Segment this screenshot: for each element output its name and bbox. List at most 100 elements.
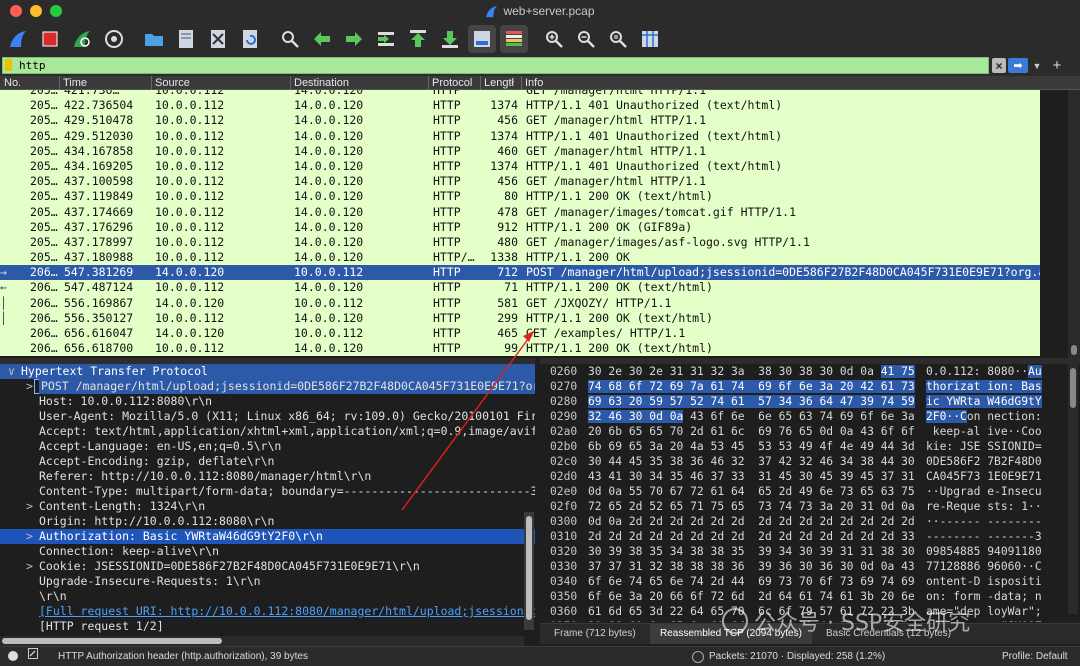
packet-row[interactable]: 206… 656.616047 14.0.0.120 10.0.0.112 HTTP 46… [0, 326, 1040, 342]
collapsed-chevron-icon[interactable]: > [26, 559, 38, 574]
bytes-scrollbar[interactable] [1068, 364, 1078, 614]
close-window-button[interactable] [10, 5, 22, 17]
byte-hex[interactable]: 37 37 31 32 38 38 38 36 39 36 30 36 30 0… [588, 559, 915, 574]
column-no[interactable]: No. [4, 76, 58, 90]
clear-filter-button[interactable]: × [992, 58, 1006, 73]
minimize-window-button[interactable] [30, 5, 42, 17]
filter-history-dropdown[interactable]: ▼ [1031, 58, 1043, 73]
byte-row[interactable]: 02f0 72 65 2d 52 65 71 75 65 73 74 73 3a … [540, 499, 1080, 514]
byte-hex[interactable]: 2d 2d 2d 2d 2d 2d 2d 2d 2d 2d 2d 2d 2d 2… [588, 529, 915, 544]
detail-row[interactable]: > Cookie: JSESSIONID=0DE586F27B2F48D0CA04… [0, 559, 535, 574]
add-filter-button[interactable]: + [1050, 57, 1064, 74]
expanded-chevron-icon[interactable]: ∨ [8, 364, 20, 379]
byte-hex[interactable]: 69 63 20 59 57 52 74 61 57 34 36 64 47 3… [588, 394, 915, 409]
byte-row[interactable]: 0290 32 46 30 0d 0a 43 6f 6e 6e 65 63 74 … [540, 409, 1080, 424]
apply-filter-button[interactable]: ➡ [1008, 58, 1028, 73]
byte-ascii[interactable]: -------- -------3 [926, 529, 1042, 544]
detail-row[interactable]: ∨ Hypertext Transfer Protocol [0, 364, 535, 379]
go-forward-button[interactable] [340, 25, 368, 53]
byte-ascii[interactable]: ic YWRta W46dG9tY [926, 394, 1042, 409]
go-last-button[interactable] [436, 25, 464, 53]
packet-row[interactable]: 205… 434.169205 10.0.0.112 14.0.0.120 HTTP 13… [0, 158, 1040, 175]
detail-row[interactable]: Host: 10.0.0.112:8080\r\n [0, 394, 535, 409]
byte-row[interactable]: 02c0 30 44 45 35 38 36 46 32 37 42 32 46 … [540, 454, 1080, 469]
byte-hex[interactable]: 20 6b 65 65 70 2d 61 6c 69 76 65 0d 0a 4… [588, 424, 915, 439]
details-horizontal-scrollbar[interactable] [0, 636, 524, 646]
detail-row[interactable]: Upgrade-Insecure-Requests: 1\r\n [0, 574, 535, 589]
byte-row[interactable]: 0300 0d 0a 2d 2d 2d 2d 2d 2d 2d 2d 2d 2d … [540, 514, 1080, 529]
detail-row[interactable]: \r\n [0, 589, 535, 604]
collapsed-chevron-icon[interactable]: > [26, 529, 38, 544]
reload-file-button[interactable] [236, 25, 264, 53]
byte-row[interactable]: 0270 74 68 6f 72 69 7a 61 74 69 6f 6e 3a … [540, 379, 1080, 394]
zoom-in-button[interactable] [540, 25, 568, 53]
close-file-button[interactable] [204, 25, 232, 53]
display-filter-input[interactable] [2, 57, 989, 74]
save-file-button[interactable] [172, 25, 200, 53]
stop-capture-button[interactable] [36, 25, 64, 53]
byte-hex[interactable]: 72 65 2d 52 65 71 75 65 73 74 73 3a 20 3… [588, 499, 915, 514]
byte-hex[interactable]: 6f 6e 3a 20 66 6f 72 6d 2d 64 61 74 61 3… [588, 589, 915, 604]
go-to-packet-button[interactable] [372, 25, 400, 53]
detail-row[interactable]: Accept-Encoding: gzip, deflate\r\n [0, 454, 535, 469]
go-first-button[interactable] [404, 25, 432, 53]
detail-row[interactable]: > POST /manager/html/upload;jsessionid=0D… [0, 379, 535, 394]
byte-ascii[interactable]: kie: JSE SSIONID= [926, 439, 1042, 454]
packet-row[interactable]: → 206… 547.381269 14.0.0.120 10.0.0.112 HTTP 7… [0, 265, 1040, 281]
byte-hex[interactable]: 30 2e 30 2e 31 31 32 3a 38 30 38 30 0d 0… [588, 364, 915, 379]
byte-hex[interactable]: 0d 0a 55 70 67 72 61 64 65 2d 49 6e 73 6… [588, 484, 915, 499]
byte-ascii[interactable]: on: form -data; n [926, 589, 1042, 604]
column-length[interactable]: Lengtł [480, 76, 520, 90]
byte-hex[interactable]: 6f 6e 74 65 6e 74 2d 44 69 73 70 6f 73 6… [588, 574, 915, 589]
byte-ascii[interactable]: ··Upgrad e-Insecu [926, 484, 1042, 499]
byte-ascii[interactable]: ··------ -------- [926, 514, 1042, 529]
packet-row[interactable]: 205… 434.167858 10.0.0.112 14.0.0.120 HTTP 46… [0, 143, 1040, 159]
packet-row[interactable]: 205… 437.119849 10.0.0.112 14.0.0.120 HTTP 80… [0, 189, 1040, 205]
packet-row[interactable]: 206… 656.618700 10.0.0.112 14.0.0.120 HTTP 99… [0, 341, 1040, 357]
byte-ascii[interactable]: ontent-D ispositi [926, 574, 1042, 589]
detail-row[interactable]: > Authorization: Basic YWRtaW46dG9tY2F0\r… [0, 529, 535, 544]
column-destination[interactable]: Destination [290, 76, 428, 90]
zoom-window-button[interactable] [50, 5, 62, 17]
column-info[interactable]: Info [521, 76, 1061, 90]
byte-ascii[interactable]: 2F0··Con nection: [926, 409, 1042, 424]
byte-row[interactable]: 0260 30 2e 30 2e 31 31 32 3a 38 30 38 30 … [540, 364, 1080, 379]
filter-bookmark-icon[interactable] [5, 59, 12, 71]
find-packet-button[interactable] [276, 25, 304, 53]
packet-row[interactable]: 205… 437.180988 10.0.0.112 14.0.0.120 HTTP/…… [0, 250, 1040, 266]
capture-options-button[interactable] [100, 25, 128, 53]
collapsed-chevron-icon[interactable]: > [26, 499, 38, 514]
resize-columns-button[interactable] [636, 25, 664, 53]
byte-row[interactable]: 02a0 20 6b 65 65 70 2d 61 6c 69 76 65 0d … [540, 424, 1080, 439]
byte-hex[interactable]: 30 44 45 35 38 36 46 32 37 42 32 46 34 3… [588, 454, 915, 469]
scrollbar-thumb[interactable] [1070, 368, 1076, 408]
packet-row[interactable]: 205… 429.510478 10.0.0.112 14.0.0.120 HTTP 45… [0, 113, 1040, 129]
go-back-button[interactable] [308, 25, 336, 53]
collapsed-chevron-icon[interactable]: > [26, 379, 38, 394]
scrollbar-thumb[interactable] [1071, 345, 1077, 355]
detail-row[interactable]: Accept-Language: en-US,en;q=0.5\r\n [0, 439, 535, 454]
byte-row[interactable]: 0320 30 39 38 35 34 38 38 35 39 34 30 39 … [540, 544, 1080, 559]
packet-row[interactable]: 205… 437.176296 10.0.0.112 14.0.0.120 HTTP 91… [0, 219, 1040, 235]
packet-row[interactable]: 205… 422.736504 10.0.0.112 14.0.0.120 HTTP 13… [0, 98, 1040, 114]
capture-comment-icon[interactable] [28, 647, 38, 666]
byte-hex[interactable]: 43 41 30 34 35 46 37 33 31 45 30 45 39 4… [588, 469, 915, 484]
column-time[interactable]: Time [59, 76, 151, 90]
byte-row[interactable]: 0340 6f 6e 74 65 6e 74 2d 44 69 73 70 6f … [540, 574, 1080, 589]
byte-ascii[interactable]: 09854885 94091180 [926, 544, 1042, 559]
tab-frame[interactable]: Frame (712 bytes) [544, 624, 646, 644]
byte-hex[interactable]: 74 68 6f 72 69 7a 61 74 69 6f 6e 3a 20 4… [588, 379, 915, 394]
detail-row[interactable]: Origin: http://10.0.0.112:8080\r\n [0, 514, 535, 529]
byte-hex[interactable]: 0d 0a 2d 2d 2d 2d 2d 2d 2d 2d 2d 2d 2d 2… [588, 514, 915, 529]
byte-ascii[interactable]: CA045F73 1E0E9E71 [926, 469, 1042, 484]
column-protocol[interactable]: Protocol [428, 76, 480, 90]
restart-capture-button[interactable] [68, 25, 96, 53]
byte-ascii[interactable]: thorizat ion: Bas [926, 379, 1042, 394]
packet-list-scrollbar[interactable] [1068, 90, 1080, 358]
byte-row[interactable]: 0310 2d 2d 2d 2d 2d 2d 2d 2d 2d 2d 2d 2d … [540, 529, 1080, 544]
scrollbar-thumb[interactable] [526, 516, 532, 620]
start-capture-button[interactable] [4, 25, 32, 53]
byte-ascii[interactable]: keep-al ive··Coo [926, 424, 1042, 439]
packet-row[interactable]: 205… 437.178997 10.0.0.112 14.0.0.120 HTTP 48… [0, 234, 1040, 251]
byte-ascii[interactable]: re-Reque sts: 1·· [926, 499, 1042, 514]
